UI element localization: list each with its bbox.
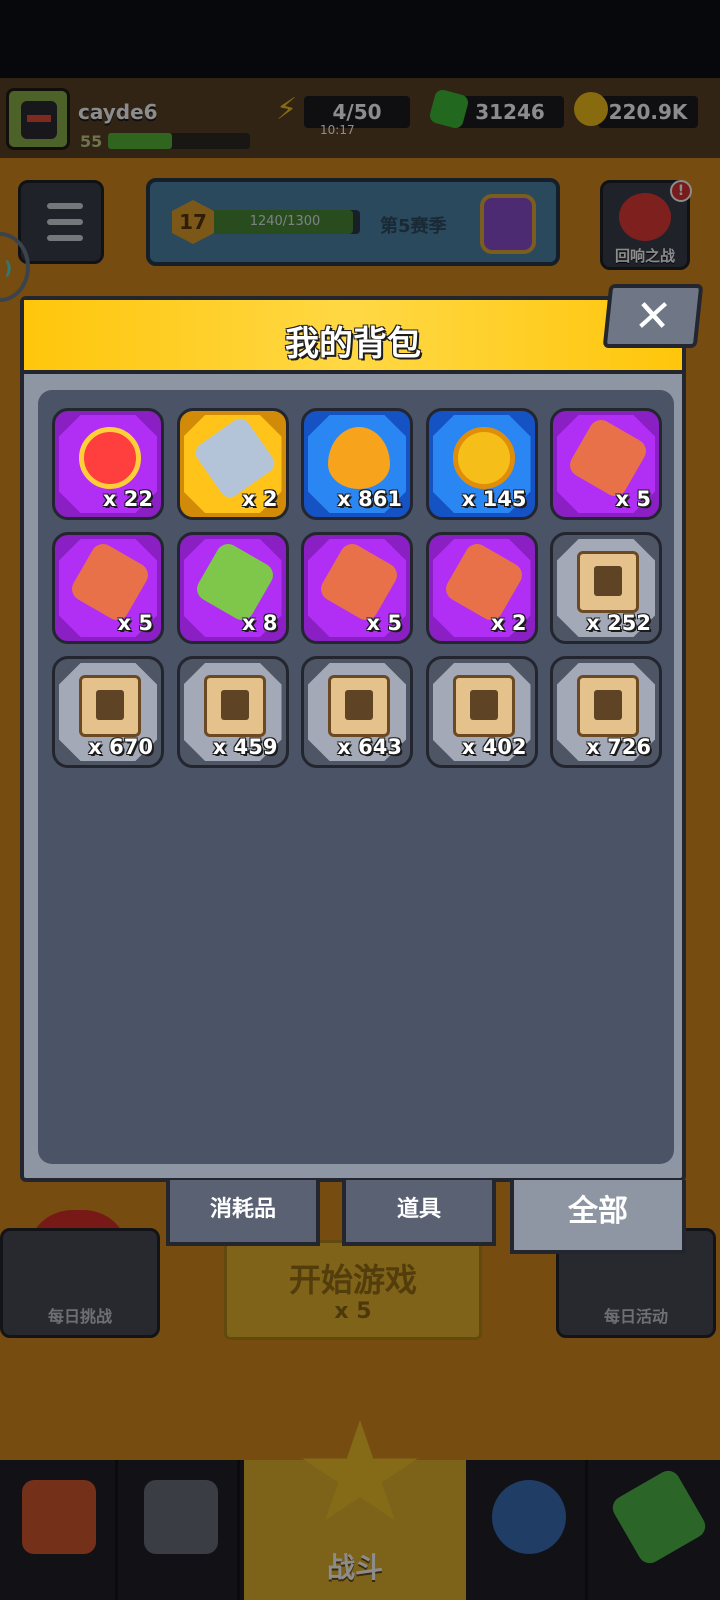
tab-all[interactable]: 全部 — [510, 1180, 686, 1254]
item-quantity: x 2 — [242, 487, 278, 511]
modal-title: 我的背包 — [285, 324, 421, 364]
heart-icon — [79, 427, 141, 489]
scroll-symbol — [220, 690, 249, 720]
inventory-item-gold-coin[interactable]: x 145 — [425, 408, 538, 520]
armor-scroll-icon — [79, 675, 141, 737]
scroll-symbol — [96, 690, 124, 720]
item-quantity: x 402 — [461, 735, 527, 759]
item-quantity: x 2 — [491, 611, 527, 635]
boots-scroll-icon — [577, 675, 639, 737]
scroll-symbol — [594, 566, 622, 596]
inventory-item-glove-scroll[interactable]: x 402 — [425, 656, 538, 768]
tab-items[interactable]: 道具 — [342, 1180, 496, 1246]
item-quantity: x 5 — [117, 611, 153, 635]
item-quantity: x 5 — [615, 487, 651, 511]
tab-consumables[interactable]: 消耗品 — [166, 1180, 320, 1246]
weapon-scroll-icon — [577, 551, 639, 613]
item-quantity: x 670 — [88, 735, 153, 759]
inventory-item-boots-scroll[interactable]: x 726 — [550, 656, 662, 768]
inventory-item-belt-scroll[interactable]: x 643 — [301, 656, 413, 768]
glove-scroll-icon — [452, 675, 515, 737]
scroll-symbol — [345, 690, 373, 720]
inventory-item-key[interactable]: x 2 — [176, 408, 289, 520]
close-button[interactable]: ✕ — [602, 284, 704, 348]
inventory-item-hero-puzzle-5[interactable]: x 2 — [425, 532, 538, 644]
belt-scroll-icon — [328, 675, 390, 737]
inventory-item-necklace-scroll[interactable]: x 459 — [176, 656, 289, 768]
inventory-item-hero-puzzle-2[interactable]: x 5 — [52, 532, 164, 644]
item-quantity: x 145 — [461, 487, 527, 511]
item-quantity: x 22 — [102, 487, 153, 511]
inventory-panel: x 22 x 2 x 861 x 145 x 5 x 5 x 8 x 5 x 2 x 252 x 6… — [38, 390, 674, 1164]
modal-header: 我的背包 — [24, 300, 682, 374]
item-quantity: x 459 — [212, 735, 278, 759]
inventory-item-hero-puzzle-4[interactable]: x 5 — [301, 532, 413, 644]
item-quantity: x 643 — [337, 735, 402, 759]
item-quantity: x 726 — [586, 735, 651, 759]
inventory-item-weapon-scroll[interactable]: x 252 — [550, 532, 662, 644]
scroll-symbol — [469, 690, 498, 720]
inventory-item-hero-puzzle-1[interactable]: x 5 — [550, 408, 662, 520]
inventory-item-flame-drop[interactable]: x 861 — [301, 408, 413, 520]
screen: cayde6 55 4/50 ⚡ 10:17 31246 220.9K 1240… — [0, 0, 720, 1600]
inventory-item-heart[interactable]: x 22 — [52, 408, 164, 520]
backpack-modal: 我的背包 x 22 x 2x 861 x 145 x 5x 5x 8x 5x 2x 2… — [20, 296, 686, 1182]
scroll-symbol — [594, 690, 622, 720]
item-quantity: x 252 — [586, 611, 651, 635]
inventory-item-hero-puzzle-3[interactable]: x 8 — [176, 532, 289, 644]
close-icon: ✕ — [631, 291, 675, 342]
item-quantity: x 8 — [242, 611, 278, 635]
item-quantity: x 861 — [337, 487, 402, 511]
necklace-scroll-icon — [203, 675, 266, 737]
gold-coin-icon — [452, 427, 515, 489]
item-quantity: x 5 — [366, 611, 402, 635]
inventory-item-armor-scroll[interactable]: x 670 — [52, 656, 164, 768]
